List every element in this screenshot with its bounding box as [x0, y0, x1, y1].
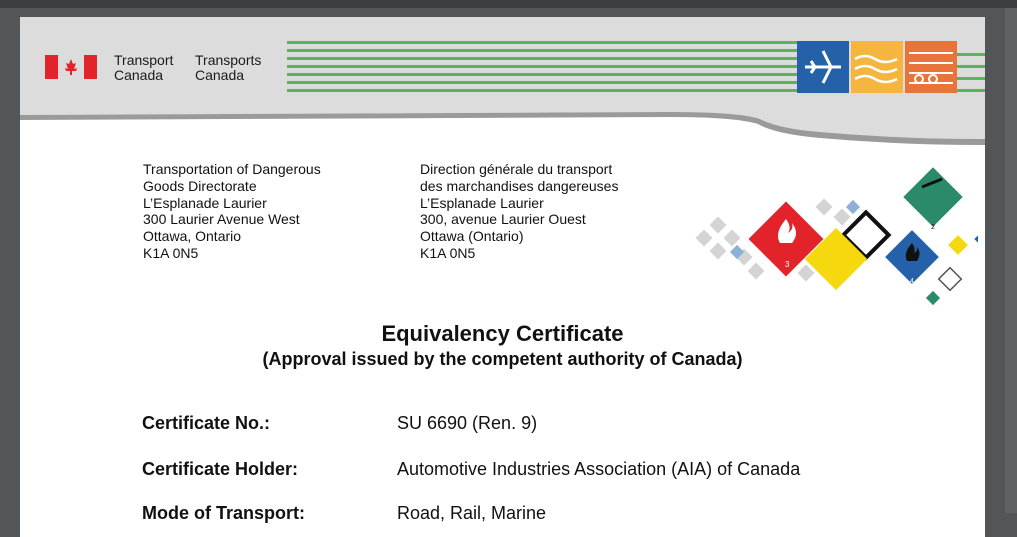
mode-of-transport-label: Mode of Transport: [142, 503, 305, 523]
address-fr-line: Direction générale du transport [420, 161, 613, 177]
certificate-holder-value: Automotive Industries Association (AIA) … [397, 459, 801, 479]
small-white-diamond [937, 266, 963, 292]
address-en-line: L’Esplanade Laurier [143, 194, 267, 211]
placard-class-2: 2 [931, 224, 935, 231]
marine-mode-icon [851, 41, 903, 93]
address-en-line: Transportation of Dangerous [143, 161, 321, 177]
air-mode-icon [797, 41, 849, 93]
non-flammable-gas-placard [900, 164, 966, 230]
page-subtitle: (Approval issued by the competent author… [262, 349, 743, 369]
address-fr-line: K1A 0N5 [420, 244, 476, 261]
address-fr-line: L’Esplanade Laurier [420, 194, 544, 211]
address-fr-line: 300, avenue Laurier Ouest [420, 211, 586, 228]
dangerous-goods-placards-graphic: 3 2 4 [695, 164, 978, 306]
address-french: Direction générale du transport des marc… [420, 161, 618, 262]
placard-class-4: 4 [910, 278, 914, 285]
certificate-no-value: SU 6690 (Ren. 9) [397, 413, 538, 433]
page-title: Equivalency Certificate [381, 321, 624, 346]
org-name-en-line1: Transport [114, 52, 174, 68]
address-fr-line: des marchandises dangereuses [420, 177, 619, 194]
address-en-line: K1A 0N5 [143, 244, 199, 261]
address-en-line: 300 Laurier Avenue West [143, 211, 300, 228]
rail-mode-icon [905, 41, 957, 93]
address-english: Transportation of Dangerous Goods Direct… [143, 161, 321, 262]
small-yellow-diamond [948, 235, 968, 255]
org-name-fr-line2: Canada [195, 67, 245, 83]
mode-of-transport-value: Road, Rail, Marine [397, 503, 547, 523]
org-name-fr-line1: Transports [195, 52, 262, 68]
canada-flag-icon [45, 55, 97, 79]
address-en-line: Ottawa, Ontario [143, 228, 242, 245]
document-page: Transport Canada Transports Canada Trans… [20, 17, 985, 537]
address-fr-line: Ottawa (Ontario) [420, 228, 524, 245]
certificate-no-label: Certificate No.: [142, 413, 271, 433]
scrollbar[interactable] [1005, 8, 1017, 513]
viewer-top-bar [0, 0, 1017, 8]
org-name-en-line2: Canada [114, 67, 164, 83]
transport-modes-icons [797, 41, 957, 93]
org-name-fr: Transports Canada [195, 53, 261, 83]
address-en-line: Goods Directorate [143, 177, 257, 194]
certificate-holder-label: Certificate Holder: [142, 459, 299, 479]
placard-class-3: 3 [785, 260, 790, 269]
header-banner: Transport Canada Transports Canada [20, 17, 985, 167]
org-name-en: Transport Canada [114, 53, 173, 83]
